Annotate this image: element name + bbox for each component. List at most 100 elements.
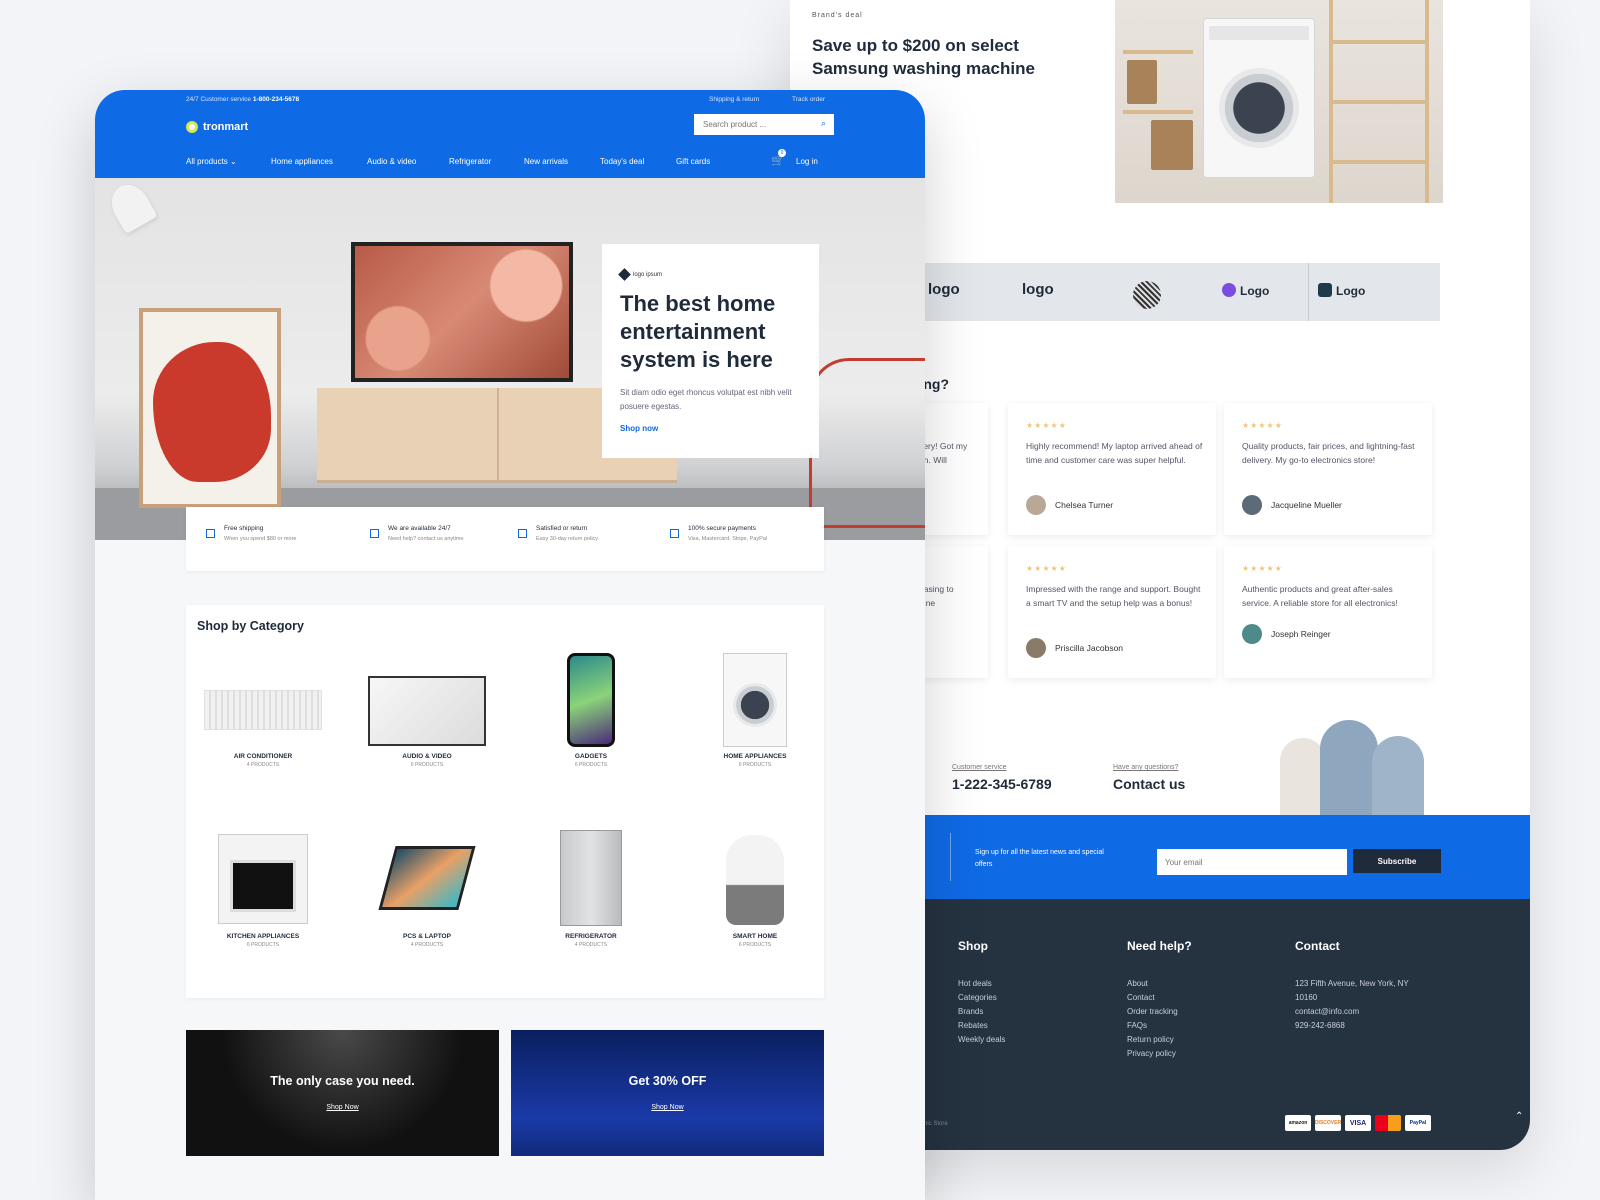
brand-logo[interactable]: Logo: [1318, 283, 1365, 298]
category-name: AIR CONDITIONER: [233, 753, 293, 760]
shipping-return-link[interactable]: Shipping & return: [709, 96, 759, 103]
secure-payment-icon: [670, 529, 679, 538]
banner-headline: Get 30% OFF: [628, 1074, 707, 1088]
banner-shop-now-link[interactable]: Shop Now: [511, 1104, 824, 1111]
brand-logo[interactable]: Logo: [1222, 283, 1269, 298]
footer-link[interactable]: Return policy: [1127, 1033, 1192, 1047]
footer-link[interactable]: Privacy policy: [1127, 1047, 1192, 1061]
avatar: [1242, 624, 1262, 644]
category-tile[interactable]: SMART HOME 6 PRODUCTS: [680, 830, 830, 980]
category-tile[interactable]: GADGETS 6 PRODUCTS: [516, 650, 666, 800]
footer-heading: Need help?: [1127, 939, 1192, 953]
nav-new-arrivals[interactable]: New arrivals: [524, 157, 568, 166]
nav-all-products[interactable]: All products ⌄: [186, 157, 237, 166]
washing-machine-image: [1115, 0, 1443, 203]
category-name: GADGETS: [574, 753, 608, 760]
footer-link[interactable]: About: [1127, 977, 1192, 991]
author-name: Priscilla Jacobson: [1055, 643, 1124, 653]
contact-phone[interactable]: 929-242-6868: [1295, 1019, 1409, 1033]
mastercard-icon: MC: [1375, 1115, 1401, 1131]
nav-refrigerator[interactable]: Refrigerator: [449, 157, 491, 166]
contact-email[interactable]: contact@info.com: [1295, 1005, 1409, 1019]
brand-mark-icon: [618, 268, 631, 281]
category-tile[interactable]: KITCHEN APPLIANCES 6 PRODUCTS: [188, 830, 338, 980]
author-name: Chelsea Turner: [1055, 500, 1114, 510]
rating-stars: ★★★★★: [1026, 564, 1067, 573]
nav-audio-video[interactable]: Audio & video: [367, 157, 416, 166]
tv-image: [351, 242, 573, 382]
front-page-preview: 24/7 Customer service 1-800-234-5678 Shi…: [95, 90, 925, 1200]
nav-todays-deal[interactable]: Today's deal: [600, 157, 644, 166]
newsletter-email-input[interactable]: [1157, 849, 1347, 875]
customer-service-phone[interactable]: 1-222-345-6789: [952, 776, 1052, 792]
track-order-link[interactable]: Track order: [792, 96, 825, 103]
banner-shop-now-link[interactable]: Shop Now: [186, 1104, 499, 1111]
category-count: 6 PRODUCTS: [574, 762, 608, 768]
divider: [950, 833, 951, 881]
feature-subtitle: Visa, Mastercard, Stripe, PayPal: [688, 536, 768, 542]
testimonial-card: ★★★★★ Quality products, fair prices, and…: [1224, 403, 1432, 535]
category-tile[interactable]: HOME APPLIANCES 6 PRODUCTS: [680, 650, 830, 800]
footer-link[interactable]: Brands: [958, 1005, 1005, 1019]
feature-subtitle: Need help? contact us anytime: [388, 536, 464, 542]
login-link[interactable]: Log in: [796, 157, 818, 166]
cart-button[interactable]: 🛒 0: [771, 149, 786, 167]
feature-title: We are available 24/7: [388, 525, 451, 532]
category-count: 4 PRODUCTS: [574, 942, 608, 948]
contact-address: 123 Fifth Avenue, New York, NY: [1295, 979, 1409, 988]
category-tile[interactable]: PCS & LAPTOP 4 PRODUCTS: [352, 830, 502, 980]
footer-link[interactable]: Weekly deals: [958, 1033, 1005, 1047]
shelf: [1329, 100, 1429, 104]
category-tile[interactable]: REFRIGERATOR 4 PRODUCTS: [516, 830, 666, 980]
testimonial-author: Priscilla Jacobson: [1026, 638, 1123, 658]
person: [1372, 736, 1424, 816]
site-logo[interactable]: tronmart: [186, 121, 248, 133]
back-to-top-icon[interactable]: ⌃: [1515, 1111, 1523, 1122]
category-name: PCS & LAPTOP: [403, 933, 451, 940]
nav-gift-cards[interactable]: Gift cards: [676, 157, 710, 166]
shop-now-link[interactable]: Shop now: [620, 424, 658, 433]
footer-link[interactable]: Categories: [958, 991, 1005, 1005]
footer-link[interactable]: FAQs: [1127, 1019, 1192, 1033]
search-input[interactable]: [694, 114, 834, 135]
brand-logo[interactable]: [1133, 281, 1165, 309]
footer-link[interactable]: Order tracking: [1127, 1005, 1192, 1019]
shelf-post: [1425, 0, 1429, 203]
tv-screen: [355, 246, 569, 378]
avatar: [1026, 495, 1046, 515]
footer-link[interactable]: Contact: [1127, 991, 1192, 1005]
subscribe-button[interactable]: Subscribe: [1353, 849, 1441, 873]
return-icon: [518, 529, 527, 538]
promo-banner-laptops[interactable]: The only case you need. Shop Now: [186, 1030, 499, 1156]
footer-help-column: Need help? About Contact Order tracking …: [1127, 939, 1192, 1061]
category-count: 6 PRODUCTS: [738, 942, 772, 948]
refrigerator-image: [560, 830, 622, 926]
category-tile[interactable]: AIR CONDITIONER 4 PRODUCTS: [188, 650, 338, 800]
testimonial-card: ★★★★★ Highly recommend! My laptop arrive…: [1008, 403, 1216, 535]
discover-icon: DISCOVER: [1315, 1115, 1341, 1131]
washer-panel: [1209, 26, 1309, 40]
washer-door: [1219, 68, 1299, 148]
smart-speaker-image: [726, 835, 784, 925]
search-icon[interactable]: ⌕: [821, 118, 826, 129]
shop-by-category: Shop by Category AIR CONDITIONER 4 PRODU…: [186, 605, 824, 998]
brand-logo[interactable]: logo: [1022, 281, 1054, 298]
nav-home-appliances[interactable]: Home appliances: [271, 157, 333, 166]
contact-us-link[interactable]: Contact us: [1113, 776, 1185, 792]
laptop-image: [378, 846, 476, 910]
promo-banner-earbuds[interactable]: Get 30% OFF Shop Now: [511, 1030, 824, 1156]
support-team-image: [1280, 708, 1430, 816]
footer-link[interactable]: Hot deals: [958, 977, 1005, 991]
service-phone[interactable]: 1-800-234-5678: [253, 96, 299, 103]
logo-icon: [186, 121, 198, 133]
feature-title: Free shipping: [224, 525, 264, 532]
author-name: Jacqueline Mueller: [1271, 500, 1342, 510]
testimonial-card: ★★★★★ Authentic products and great after…: [1224, 546, 1432, 678]
deal-kicker: Brand's deal: [812, 12, 863, 19]
category-tile[interactable]: AUDIO & VIDEO 6 PRODUCTS: [352, 650, 502, 800]
category-count: 6 PRODUCTS: [410, 762, 444, 768]
footer-link[interactable]: Rebates: [958, 1019, 1005, 1033]
chair-image: [809, 358, 925, 528]
category-count: 6 PRODUCTS: [246, 942, 280, 948]
category-name: KITCHEN APPLIANCES: [226, 933, 300, 940]
